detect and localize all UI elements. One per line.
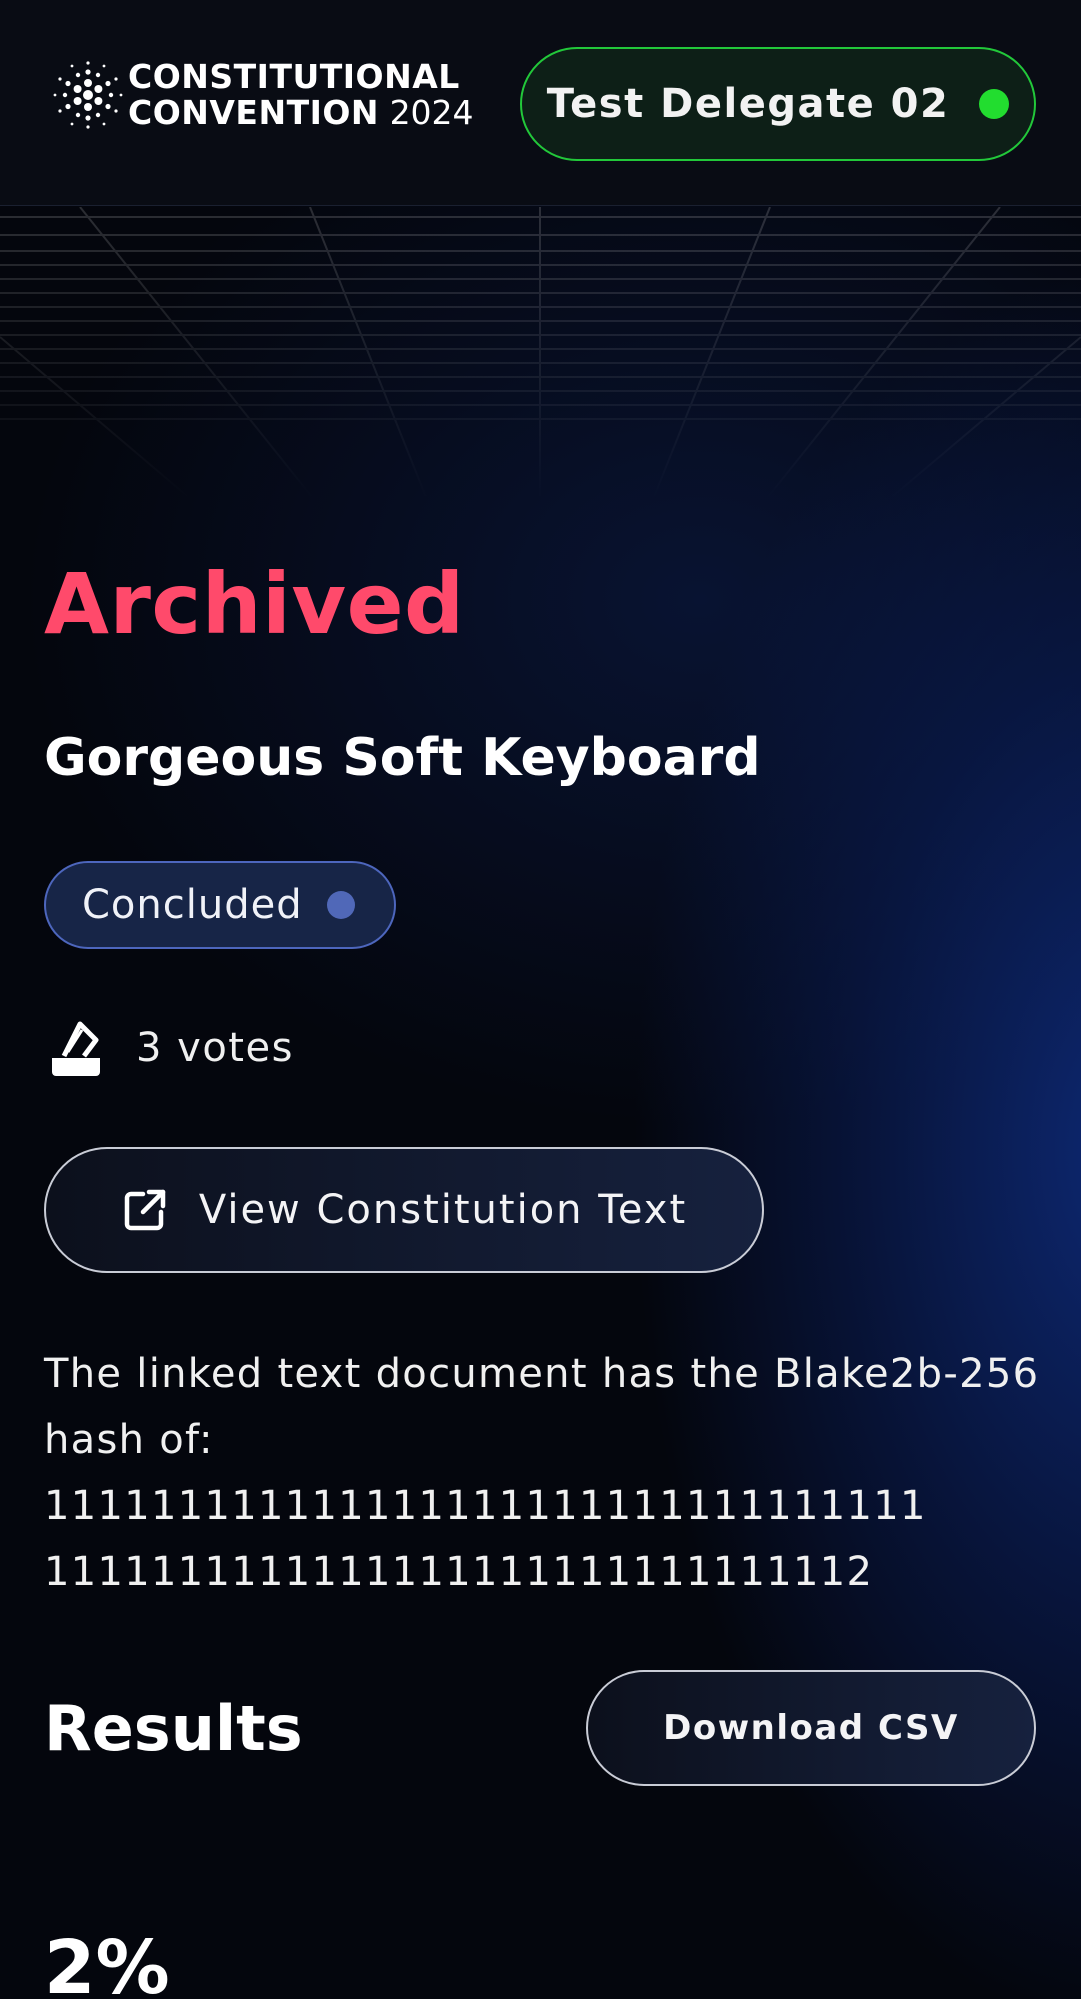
delegate-name: Test Delegate 02 [546,81,950,127]
hash-value-line2: 1111111111111111111111111111112 [44,1549,874,1595]
votes-count: 3 votes [46,1018,294,1078]
page: CONSTITUTIONAL CONVENTION 2024 Test Dele… [0,0,1081,1999]
hash-intro: The linked text document has the Blake2b… [44,1351,1040,1463]
logo-convention: CONVENTION [128,93,380,132]
download-csv-label: Download CSV [663,1708,959,1748]
logo-line1: CONSTITUTIONAL [128,57,460,96]
status-badge-label: Concluded [82,882,303,928]
download-csv-button[interactable]: Download CSV [586,1670,1036,1786]
delegate-account-button[interactable]: Test Delegate 02 [520,47,1036,161]
status-badge-dot [326,891,355,919]
header: CONSTITUTIONAL CONVENTION 2024 Test Dele… [0,0,1081,206]
hash-description: The linked text document has the Blake2b… [44,1341,1044,1605]
proposal-status-heading: Archived [44,555,465,653]
logo-text: CONSTITUTIONAL CONVENTION 2024 [128,59,474,131]
result-percentage: 2% [44,1925,170,1999]
proposal-title: Gorgeous Soft Keyboard [44,728,761,788]
convention-logo[interactable]: CONSTITUTIONAL CONVENTION 2024 [52,56,502,134]
grid-background [0,207,1081,507]
external-link-icon [124,1189,166,1231]
cardano-dots-icon [53,61,123,129]
results-heading: Results [44,1692,303,1765]
online-status-dot [979,89,1010,119]
view-constitution-button[interactable]: View Constitution Text [44,1147,764,1273]
logo-line2: CONVENTION 2024 [128,95,474,131]
ballot-box-icon [52,1021,100,1076]
hash-value-line1: 111111111111111111111111111111111 [44,1483,927,1529]
status-badge: Concluded [44,861,396,949]
logo-year: 2024 [389,93,474,132]
view-constitution-label: View Constitution Text [198,1187,688,1233]
votes-label: 3 votes [136,1025,294,1071]
